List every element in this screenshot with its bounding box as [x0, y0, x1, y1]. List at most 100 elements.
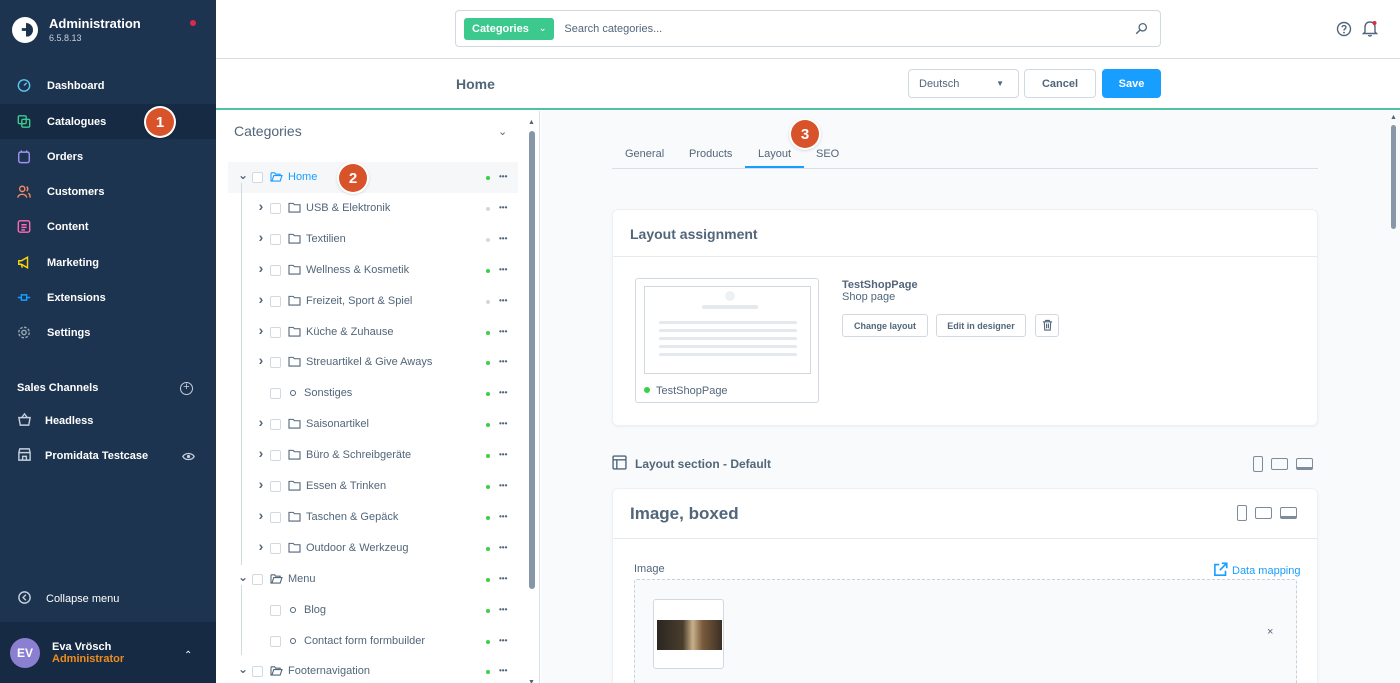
chevron-right-icon[interactable]: › [256, 322, 266, 338]
eye-icon[interactable] [182, 450, 195, 466]
more-actions-icon[interactable]: ••• [499, 265, 507, 274]
remove-image-button[interactable]: × [1267, 626, 1273, 638]
more-actions-icon[interactable]: ••• [499, 203, 507, 212]
row-checkbox[interactable] [270, 326, 281, 338]
tree-row[interactable]: › Küche & Zuhause ••• [228, 317, 518, 348]
row-checkbox[interactable] [270, 511, 281, 523]
row-checkbox[interactable] [270, 419, 281, 431]
row-checkbox[interactable] [270, 295, 281, 307]
desktop-icon[interactable] [1296, 458, 1313, 470]
scroll-thumb[interactable] [529, 131, 535, 589]
row-checkbox[interactable] [252, 573, 263, 585]
nav-catalogues[interactable]: Catalogues [0, 104, 216, 139]
search-input[interactable] [564, 22, 1125, 35]
tab-products[interactable]: Products [689, 148, 732, 160]
row-checkbox[interactable] [270, 450, 281, 462]
more-actions-icon[interactable]: ••• [499, 296, 507, 305]
search-icon[interactable] [1135, 22, 1148, 38]
tree-scrollbar[interactable]: ▲ ▼ [528, 119, 536, 683]
scroll-thumb[interactable] [1391, 125, 1396, 229]
more-actions-icon[interactable]: ••• [499, 450, 507, 459]
chevron-right-icon[interactable]: › [256, 538, 266, 554]
more-actions-icon[interactable]: ••• [499, 388, 507, 397]
chevron-right-icon[interactable]: › [256, 476, 266, 492]
chevron-right-icon[interactable]: › [256, 229, 266, 245]
tree-row[interactable]: Contact form formbuilder ••• [228, 626, 518, 657]
nav-customers[interactable]: Customers [0, 174, 216, 209]
row-checkbox[interactable] [270, 388, 281, 400]
content-scrollbar[interactable]: ▲ [1390, 114, 1397, 683]
tree-row[interactable]: ⌄ Home ••• [228, 162, 518, 193]
nav-content[interactable]: Content [0, 209, 216, 244]
edit-in-designer-button[interactable]: Edit in designer [936, 314, 1026, 337]
tree-row[interactable]: Blog ••• [228, 595, 518, 626]
language-switch[interactable]: Deutsch ▼ [908, 69, 1019, 98]
row-checkbox[interactable] [270, 635, 281, 647]
chevron-down-icon[interactable]: ⌄ [238, 168, 248, 182]
collapse-menu[interactable]: Collapse menu [17, 590, 119, 608]
user-menu[interactable]: EV Eva Vrösch Administrator ⌃ [0, 622, 216, 683]
tree-row[interactable]: ⌄ Menu ••• [228, 564, 518, 595]
more-actions-icon[interactable]: ••• [499, 172, 507, 181]
chevron-right-icon[interactable]: › [256, 414, 266, 430]
more-actions-icon[interactable]: ••• [499, 234, 507, 243]
row-checkbox[interactable] [270, 357, 281, 369]
row-checkbox[interactable] [270, 233, 281, 245]
row-checkbox[interactable] [270, 604, 281, 616]
add-sales-channel-icon[interactable]: + [180, 382, 193, 395]
chevron-down-icon[interactable]: ⌄ [238, 662, 248, 676]
chevron-right-icon[interactable]: › [256, 260, 266, 276]
tree-row[interactable]: › Taschen & Gepäck ••• [228, 502, 518, 533]
more-actions-icon[interactable]: ••• [499, 636, 507, 645]
more-actions-icon[interactable]: ••• [499, 357, 507, 366]
scroll-down-icon[interactable]: ▼ [528, 679, 535, 683]
row-checkbox[interactable] [270, 542, 281, 554]
tree-row[interactable]: › Büro & Schreibgeräte ••• [228, 440, 518, 471]
tree-row[interactable]: › Saisonartikel ••• [228, 409, 518, 440]
tree-row[interactable]: › Outdoor & Werkzeug ••• [228, 533, 518, 564]
tablet-icon[interactable] [1271, 458, 1288, 470]
tree-row[interactable]: › Streuartikel & Give Aways ••• [228, 347, 518, 378]
tree-row[interactable]: › Freizeit, Sport & Spiel ••• [228, 286, 518, 317]
delete-layout-button[interactable] [1035, 314, 1059, 337]
scroll-up-icon[interactable]: ▲ [528, 119, 535, 126]
bell-icon[interactable] [1361, 20, 1379, 40]
more-actions-icon[interactable]: ••• [499, 605, 507, 614]
nav-marketing[interactable]: Marketing [0, 245, 216, 280]
data-mapping-link[interactable]: Data mapping [1213, 562, 1301, 580]
chevron-right-icon[interactable]: › [256, 507, 266, 523]
tree-row[interactable]: › Textilien ••• [228, 224, 518, 255]
mobile-icon[interactable] [1253, 456, 1263, 472]
nav-dashboard[interactable]: Dashboard [0, 68, 216, 103]
image-thumbnail[interactable] [653, 599, 724, 669]
tree-row[interactable]: › USB & Elektronik ••• [228, 193, 518, 224]
brand[interactable]: Administration 6.5.8.13 [12, 16, 141, 43]
chevron-right-icon[interactable]: › [256, 291, 266, 307]
sales-channel-headless[interactable]: Headless [0, 406, 216, 436]
tab-general[interactable]: General [625, 148, 664, 160]
more-actions-icon[interactable]: ••• [499, 419, 507, 428]
chevron-down-icon[interactable]: ⌄ [238, 570, 248, 584]
layout-preview[interactable]: TestShopPage [635, 278, 819, 403]
sales-channel-promidata[interactable]: Promidata Testcase [0, 441, 216, 471]
nav-orders[interactable]: Orders [0, 139, 216, 174]
row-checkbox[interactable] [270, 481, 281, 492]
mobile-icon[interactable] [1237, 505, 1247, 521]
row-checkbox[interactable] [270, 264, 281, 276]
image-dropzone[interactable]: × [634, 579, 1297, 683]
chevron-right-icon[interactable]: › [256, 198, 266, 214]
more-actions-icon[interactable]: ••• [499, 574, 507, 583]
row-checkbox[interactable] [270, 202, 281, 214]
tab-layout[interactable]: Layout [758, 148, 791, 160]
tablet-icon[interactable] [1255, 507, 1272, 519]
more-actions-icon[interactable]: ••• [499, 327, 507, 336]
tab-seo[interactable]: SEO [816, 148, 839, 160]
tree-row[interactable]: Sonstiges ••• [228, 378, 518, 409]
scroll-up-icon[interactable]: ▲ [1390, 114, 1397, 121]
help-icon[interactable] [1336, 21, 1352, 40]
chevron-right-icon[interactable]: › [256, 445, 266, 461]
tree-row[interactable]: ⌄ Footernavigation ••• [228, 656, 518, 683]
change-layout-button[interactable]: Change layout [842, 314, 928, 337]
more-actions-icon[interactable]: ••• [499, 666, 507, 675]
nav-extensions[interactable]: Extensions [0, 280, 216, 315]
